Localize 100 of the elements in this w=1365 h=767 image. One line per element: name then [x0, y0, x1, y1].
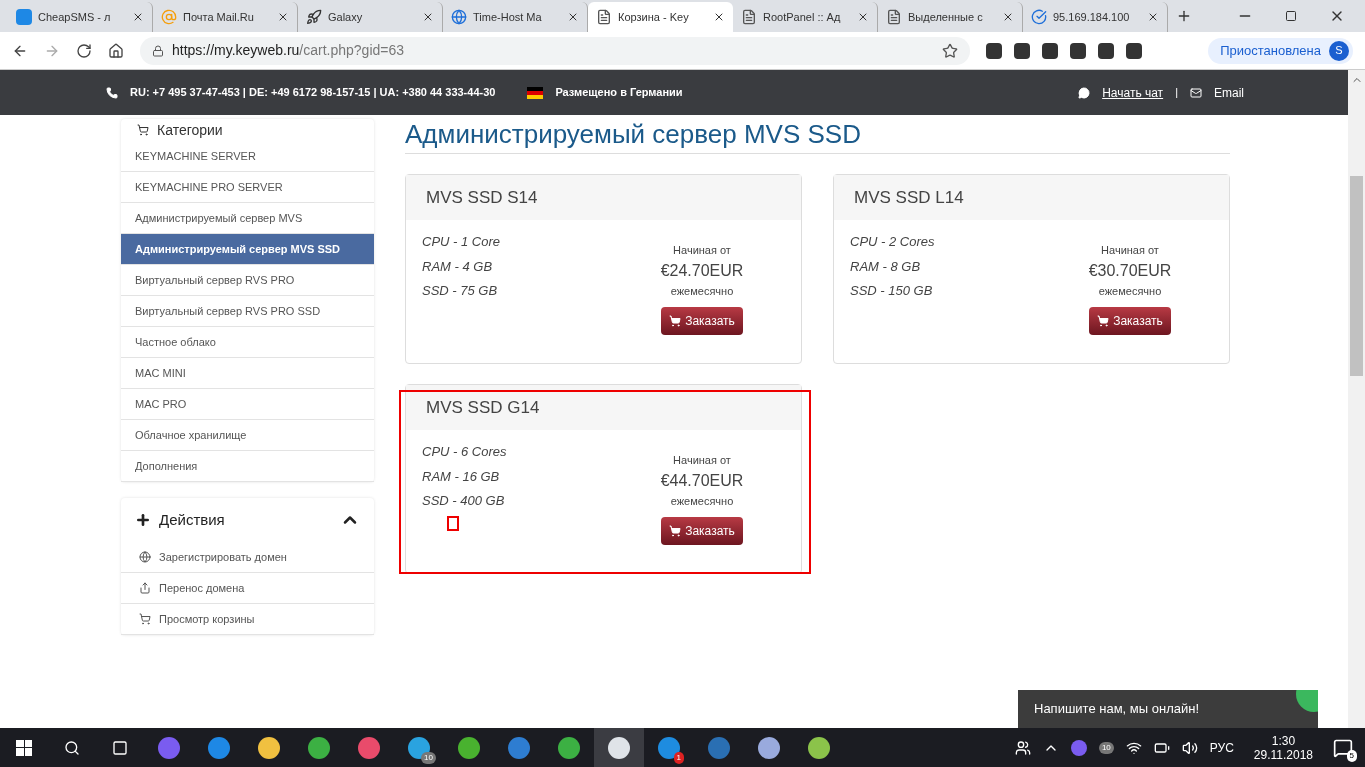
- tab-title: Почта Mail.Ru: [183, 9, 254, 25]
- app-icon[interactable]: [508, 736, 530, 759]
- tab-title: Time-Host Ma: [473, 9, 542, 25]
- globe-icon: [139, 551, 151, 563]
- language-indicator[interactable]: РУС: [1209, 738, 1234, 757]
- chat-icon: [1078, 86, 1091, 99]
- search-icon[interactable]: [64, 739, 80, 756]
- task-view-icon[interactable]: [112, 739, 128, 756]
- address-field[interactable]: https://my.keyweb.ru/cart.php?gid=63: [140, 36, 970, 65]
- action-item[interactable]: Перенос домена: [121, 573, 374, 604]
- price-period: ежемесячно: [670, 493, 734, 509]
- close-icon[interactable]: [422, 11, 434, 23]
- cart-icon: [139, 613, 151, 625]
- email-link[interactable]: Email: [1214, 83, 1244, 102]
- app-icon[interactable]: [808, 736, 830, 759]
- category-item[interactable]: Дополнения: [121, 451, 374, 482]
- category-item[interactable]: Виртуальный сервер RVS PRO SSD: [121, 296, 374, 327]
- globe-icon: [451, 9, 467, 25]
- maximize-icon[interactable]: [1285, 10, 1297, 22]
- close-icon[interactable]: [1002, 11, 1014, 23]
- tab-title: RootPanel :: Ад: [763, 9, 841, 25]
- close-icon[interactable]: [713, 11, 725, 23]
- action-item[interactable]: Просмотр корзины: [121, 604, 374, 635]
- separator-text: |: [1175, 85, 1178, 101]
- hosting-note: Размещено в Германии: [555, 85, 683, 101]
- price-text: €24.70EUR: [660, 260, 744, 281]
- profile-button[interactable]: Приостановлена S: [1208, 37, 1353, 64]
- extension-icon[interactable]: [1070, 42, 1086, 59]
- app-icon[interactable]: [258, 736, 280, 759]
- order-button[interactable]: Заказать: [661, 517, 743, 545]
- category-item[interactable]: Администрируемый сервер MVS SSD: [121, 234, 374, 265]
- app-icon[interactable]: [758, 736, 780, 759]
- browser-tab[interactable]: Корзина - Key: [588, 2, 733, 32]
- share-arrow-icon: [139, 582, 151, 594]
- extension-icon[interactable]: [1042, 42, 1058, 59]
- home-icon[interactable]: [108, 42, 124, 59]
- app-icon[interactable]: [658, 736, 680, 759]
- phone-numbers: RU: +7 495 37-47-453 | DE: +49 6172 98-157-15 | UA: +380 44 333-44-30: [130, 85, 496, 101]
- chat-widget[interactable]: Напишите нам, мы онлайн!: [1018, 690, 1318, 728]
- category-item[interactable]: Частное облако: [121, 327, 374, 358]
- app-icon[interactable]: [358, 736, 380, 759]
- close-icon[interactable]: [132, 11, 144, 23]
- tab-title: 95.169.184.100: [1053, 9, 1130, 25]
- tray-app-icon[interactable]: [1070, 739, 1087, 756]
- extension-icon[interactable]: [1098, 42, 1114, 59]
- category-item[interactable]: KEYMACHINE SERVER: [121, 141, 374, 172]
- reload-icon[interactable]: [76, 42, 92, 59]
- clock-time: 1:30: [1271, 733, 1296, 748]
- action-label: Просмотр корзины: [159, 611, 255, 627]
- category-item[interactable]: KEYMACHINE PRO SERVER: [121, 172, 374, 203]
- close-icon[interactable]: [277, 11, 289, 23]
- page-title: Администрируемый сервер MVS SSD: [405, 119, 1230, 154]
- cart-icon: [669, 525, 682, 537]
- feature-text: SSD - 75 GB: [422, 282, 499, 300]
- cart-icon: [669, 315, 682, 327]
- close-icon[interactable]: [567, 11, 579, 23]
- count-badge: 1: [673, 752, 684, 764]
- notifications-icon[interactable]: [1333, 737, 1353, 758]
- category-item[interactable]: MAC MINI: [121, 358, 374, 389]
- extension-icon[interactable]: [986, 42, 1002, 59]
- app-icon[interactable]: [458, 736, 480, 759]
- app-icon[interactable]: [558, 736, 580, 759]
- feature-text: RAM - 8 GB: [850, 257, 922, 276]
- start-chat-link[interactable]: Начать чат: [1102, 83, 1164, 102]
- tab-title: Корзина - Key: [618, 9, 689, 25]
- volume-icon[interactable]: [1181, 739, 1198, 756]
- rocket-icon: [306, 9, 322, 25]
- feature-text: RAM - 16 GB: [422, 467, 501, 486]
- close-icon[interactable]: [857, 11, 869, 23]
- bookmark-star-icon[interactable]: [942, 42, 958, 59]
- count-badge: 5: [1346, 749, 1357, 762]
- price-caption: Начиная от: [673, 453, 731, 468]
- order-button[interactable]: Заказать: [1089, 307, 1171, 335]
- action-item[interactable]: Зарегистрировать домен: [121, 542, 374, 573]
- clock-date: 29.11.2018: [1253, 747, 1313, 762]
- extension-icon[interactable]: [1014, 42, 1030, 59]
- close-icon[interactable]: [1147, 11, 1159, 23]
- product-name: MVS SSD G14: [406, 385, 801, 430]
- start-icon[interactable]: [16, 739, 32, 756]
- feature-text: CPU - 1 Core: [422, 233, 502, 251]
- category-item[interactable]: Виртуальный сервер RVS PRO: [121, 265, 374, 296]
- mail-icon: [1190, 86, 1202, 99]
- plus-icon: [135, 512, 151, 528]
- category-item[interactable]: Облачное хранилище: [121, 420, 374, 451]
- product-name: MVS SSD L14: [834, 175, 1229, 220]
- app-icon[interactable]: [308, 736, 330, 759]
- price-caption: Начиная от: [673, 243, 731, 258]
- price-caption: Начиная от: [1101, 243, 1159, 258]
- page-icon: [886, 9, 902, 25]
- german-flag-icon: [527, 86, 544, 99]
- order-button[interactable]: Заказать: [661, 307, 743, 335]
- extension-icon[interactable]: [1126, 42, 1142, 59]
- people-icon[interactable]: [1014, 739, 1031, 756]
- app-icon[interactable]: [608, 736, 630, 759]
- app-icon[interactable]: [208, 736, 230, 759]
- new-tab-icon[interactable]: [1176, 8, 1192, 24]
- page-icon: [741, 9, 757, 25]
- feature-text: SSD - 400 GB: [422, 492, 506, 510]
- category-item[interactable]: MAC PRO: [121, 389, 374, 420]
- scrollbar-thumb[interactable]: [1350, 176, 1363, 376]
